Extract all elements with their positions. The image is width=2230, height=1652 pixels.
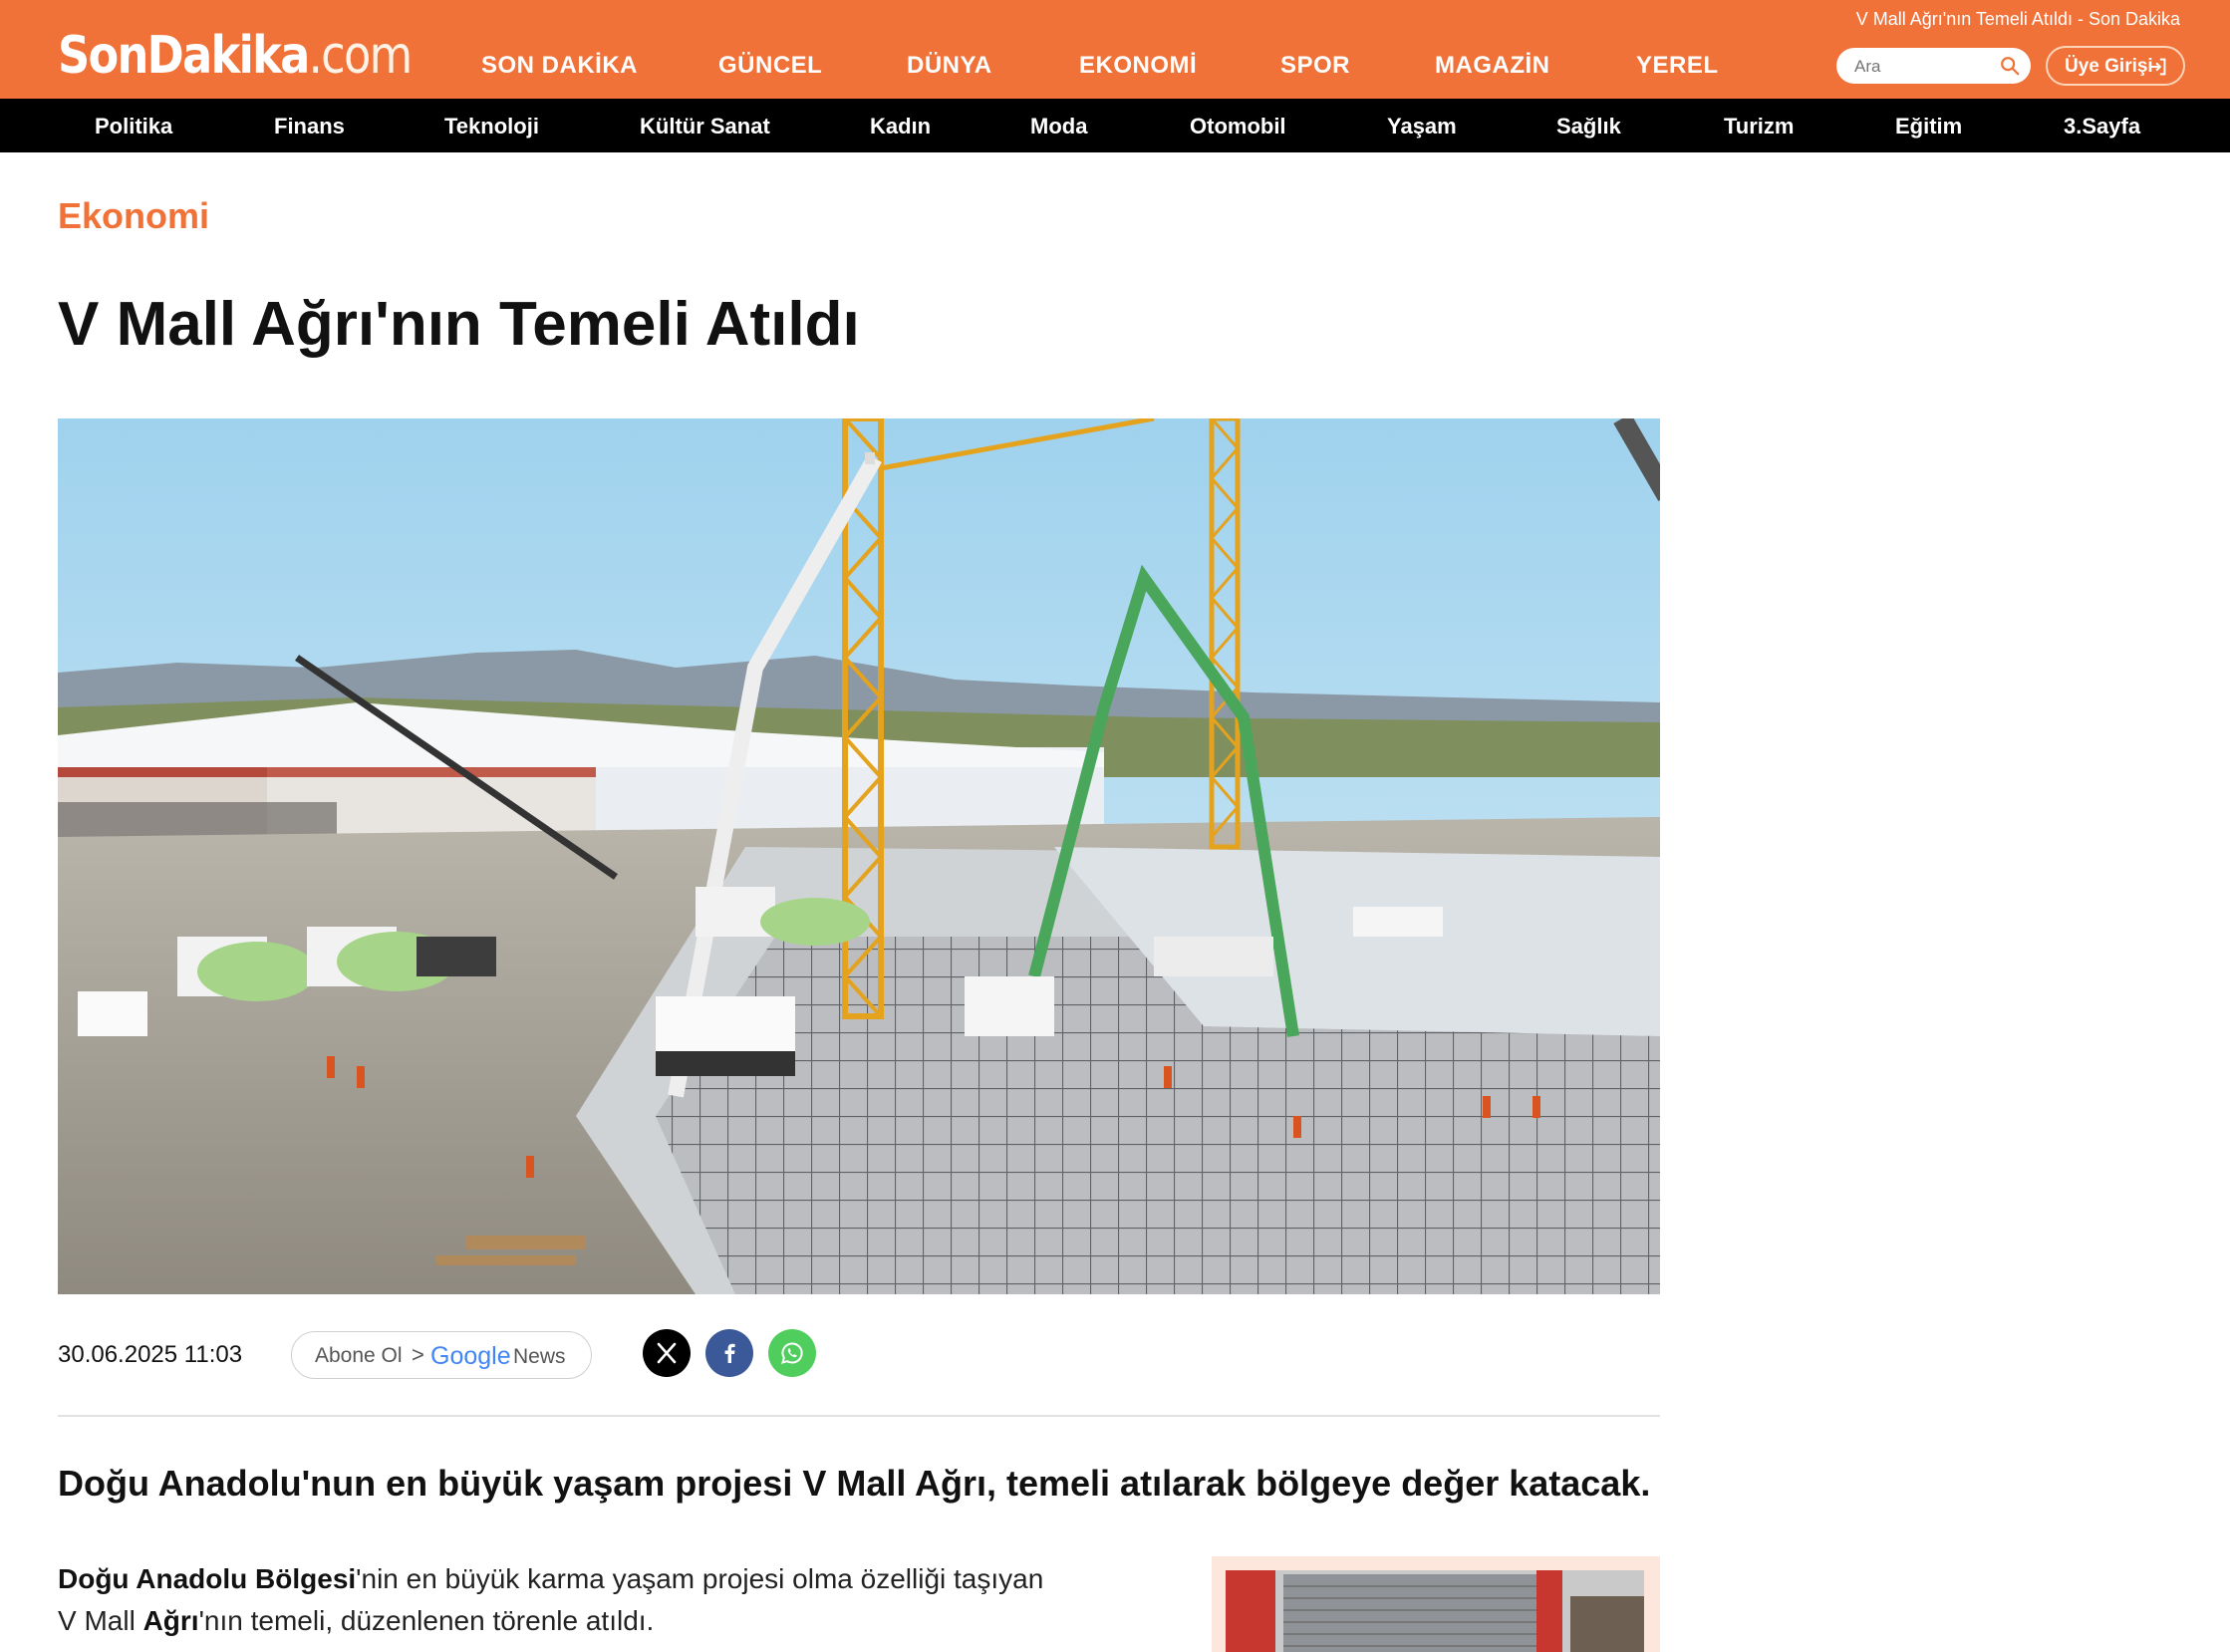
share-whatsapp-button[interactable] bbox=[768, 1329, 816, 1377]
nav-guncel[interactable]: GÜNCEL bbox=[718, 52, 822, 80]
nav-ekonomi[interactable]: EKONOMİ bbox=[1079, 52, 1197, 80]
nav-spor[interactable]: SPOR bbox=[1280, 52, 1350, 80]
news-label: News bbox=[513, 1345, 566, 1368]
article-section-label[interactable]: Ekonomi bbox=[58, 195, 209, 237]
cat-turizm[interactable]: Turizm bbox=[1724, 114, 1794, 139]
publish-date: 30.06.2025 11:03 bbox=[58, 1341, 243, 1368]
share-facebook-button[interactable] bbox=[705, 1329, 753, 1377]
search-icon[interactable] bbox=[1999, 55, 2021, 77]
cat-3sayfa[interactable]: 3.Sayfa bbox=[2064, 114, 2140, 139]
site-logo[interactable]: SonDakika.com bbox=[58, 26, 413, 86]
cat-kultur-sanat[interactable]: Kültür Sanat bbox=[640, 114, 770, 139]
nav-yerel[interactable]: YEREL bbox=[1636, 52, 1719, 80]
login-icon bbox=[2149, 58, 2166, 76]
x-twitter-icon bbox=[657, 1342, 677, 1364]
cat-otomobil[interactable]: Otomobil bbox=[1190, 114, 1286, 139]
category-bar: Politika Finans Teknoloji Kültür Sanat K… bbox=[0, 99, 2230, 152]
nav-magazin[interactable]: MAGAZİN bbox=[1435, 52, 1549, 80]
cat-saglik[interactable]: Sağlık bbox=[1556, 114, 1621, 139]
article-lead: Doğu Anadolu'nun en büyük yaşam projesi … bbox=[58, 1463, 1651, 1504]
top-header: SonDakika.com V Mall Ağrı'nın Temeli Atı… bbox=[0, 0, 2230, 99]
cat-moda[interactable]: Moda bbox=[1030, 114, 1087, 139]
article-paragraph: Doğu Anadolu Bölgesi'nin en büyük karma … bbox=[58, 1563, 1044, 1636]
search-box bbox=[1836, 48, 2031, 84]
related-image-thumbnail[interactable] bbox=[1212, 1556, 1660, 1652]
google-logo: Google bbox=[430, 1342, 511, 1370]
google-news-follow-button[interactable]: Abone Ol > Google News bbox=[291, 1331, 592, 1379]
search-input[interactable] bbox=[1852, 54, 1996, 80]
article-hero-image bbox=[58, 418, 1660, 1294]
share-x-button[interactable] bbox=[643, 1329, 691, 1377]
abone-ol-label: Abone Ol bbox=[315, 1344, 403, 1367]
body-bold-text[interactable]: Doğu Anadolu Bölgesi bbox=[58, 1563, 356, 1594]
cat-politika[interactable]: Politika bbox=[95, 114, 172, 139]
body-bold-text[interactable]: Ağrı bbox=[143, 1605, 199, 1636]
nav-dunya[interactable]: DÜNYA bbox=[907, 52, 992, 80]
cat-egitim[interactable]: Eğitim bbox=[1895, 114, 1962, 139]
cat-kadin[interactable]: Kadın bbox=[870, 114, 931, 139]
cat-yasam[interactable]: Yaşam bbox=[1387, 114, 1457, 139]
nav-son-dakika[interactable]: SON DAKİKA bbox=[481, 52, 638, 80]
whatsapp-icon bbox=[781, 1342, 803, 1364]
article-title: V Mall Ağrı'nın Temeli Atıldı bbox=[58, 290, 860, 359]
cat-teknoloji[interactable]: Teknoloji bbox=[444, 114, 539, 139]
cat-finans[interactable]: Finans bbox=[274, 114, 345, 139]
chevron-right-icon: > bbox=[412, 1342, 424, 1367]
meta-divider bbox=[58, 1415, 1660, 1417]
facebook-icon bbox=[724, 1343, 735, 1363]
page-tab-title: V Mall Ağrı'nın Temeli Atıldı - Son Daki… bbox=[1855, 9, 2180, 29]
login-button[interactable]: Üye Girişi bbox=[2046, 46, 2185, 86]
